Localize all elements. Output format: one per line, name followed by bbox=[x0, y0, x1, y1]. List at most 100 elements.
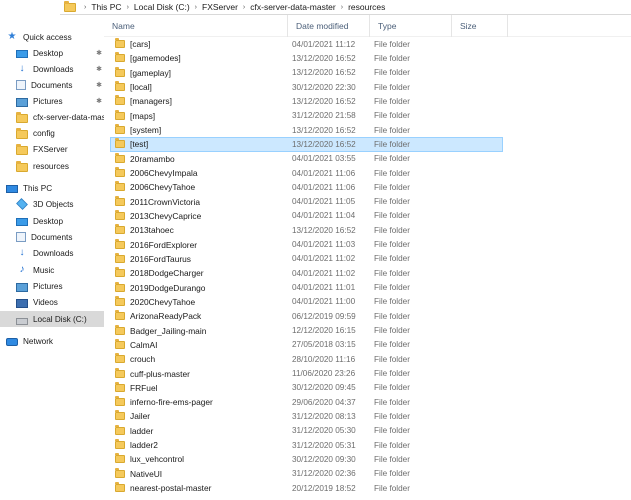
file-row[interactable]: CalmAI 27/05/2018 03:15 File folder bbox=[110, 338, 503, 352]
folder-icon bbox=[115, 439, 125, 450]
breadcrumb-separator-icon[interactable]: › bbox=[341, 4, 343, 11]
folder-icon bbox=[115, 167, 125, 178]
nav-item[interactable]: Pictures bbox=[0, 278, 104, 294]
file-row[interactable]: [local] 30/12/2020 22:30 File folder bbox=[110, 80, 503, 94]
file-date-modified: 30/12/2020 09:30 bbox=[292, 454, 356, 464]
nav-item[interactable]: Desktop bbox=[0, 213, 104, 229]
file-row[interactable]: 2013ChevyCaprice 04/01/2021 11:04 File fol… bbox=[110, 209, 503, 223]
file-row[interactable]: ArizonaReadyPack 06/12/2019 09:59 File fol… bbox=[110, 309, 503, 323]
file-row[interactable]: [gamemodes] 13/12/2020 16:52 File folder bbox=[110, 51, 503, 65]
file-row[interactable]: 2011CrownVictoria 04/01/2021 11:05 File fo… bbox=[110, 195, 503, 209]
nav-item[interactable]: Documents bbox=[0, 229, 104, 245]
file-date-modified: 20/12/2019 18:52 bbox=[292, 483, 356, 493]
file-row[interactable]: 2006ChevyImpala 04/01/2021 11:06 File fold… bbox=[110, 166, 503, 180]
file-name: [gameplay] bbox=[130, 67, 171, 78]
navigation-pane[interactable]: ★ Quick access Desktop ✱ ↓ Downloads ✱ Document… bbox=[0, 15, 104, 500]
file-row[interactable]: 2016FordTaurus 04/01/2021 11:02 File folde… bbox=[110, 252, 503, 266]
breadcrumb-separator-icon[interactable]: › bbox=[127, 4, 129, 11]
nav-item[interactable]: FXServer bbox=[0, 141, 104, 157]
column-header-size[interactable]: Size bbox=[452, 15, 508, 37]
file-row[interactable]: 2013tahoec 13/12/2020 16:52 File folder bbox=[110, 223, 503, 237]
file-row[interactable]: Jailer 31/12/2020 08:13 File folder bbox=[110, 409, 503, 423]
file-row[interactable]: inferno-fire-ems-pager 29/06/2020 04:37 Fi… bbox=[110, 395, 503, 409]
breadcrumb-separator-icon[interactable]: › bbox=[84, 4, 86, 11]
file-type: File folder bbox=[374, 168, 410, 178]
file-date-modified: 06/12/2019 09:59 bbox=[292, 311, 356, 321]
file-date-modified: 31/12/2020 02:36 bbox=[292, 469, 356, 479]
file-name: [maps] bbox=[130, 110, 156, 121]
file-date-modified: 30/12/2020 09:45 bbox=[292, 383, 356, 393]
file-date-modified: 04/01/2021 11:06 bbox=[292, 182, 356, 192]
file-row[interactable]: Badger_Jailing-main 12/12/2020 16:15 File … bbox=[110, 323, 503, 337]
address-bar[interactable]: › This PC › Local Disk (C:) › FXServer › cfx-se… bbox=[60, 0, 631, 15]
videos-icon bbox=[16, 298, 28, 308]
file-row[interactable]: 2020ChevyTahoe 04/01/2021 11:00 File folde… bbox=[110, 295, 503, 309]
nav-item[interactable]: Pictures ✱ bbox=[0, 93, 104, 109]
file-row[interactable]: [maps] 31/12/2020 21:58 File folder bbox=[110, 109, 503, 123]
nav-item[interactable]: ↓ Downloads bbox=[0, 245, 104, 261]
file-type: File folder bbox=[374, 483, 410, 493]
file-date-modified: 12/12/2020 16:15 bbox=[292, 326, 356, 336]
file-row[interactable]: ladder 31/12/2020 05:30 File folder bbox=[110, 424, 503, 438]
column-header-date-modified[interactable]: Date modified bbox=[288, 15, 370, 37]
file-row[interactable]: [system] 13/12/2020 16:52 File folder bbox=[110, 123, 503, 137]
column-header-type[interactable]: Type bbox=[370, 15, 452, 37]
nav-item-label: 3D Objects bbox=[33, 199, 74, 209]
breadcrumb-item[interactable]: This PC bbox=[91, 2, 121, 12]
pin-icon: ✱ bbox=[96, 50, 102, 57]
file-date-modified: 28/10/2020 11:16 bbox=[292, 354, 356, 364]
file-date-modified: 13/12/2020 16:52 bbox=[292, 68, 356, 78]
file-row[interactable]: 2006ChevyTahoe 04/01/2021 11:06 File folde… bbox=[110, 180, 503, 194]
file-row[interactable]: crouch 28/10/2020 11:16 File folder bbox=[110, 352, 503, 366]
folder-icon bbox=[115, 66, 125, 77]
file-name: ladder bbox=[130, 425, 154, 436]
file-row[interactable]: 2018DodgeCharger 04/01/2021 11:02 File fol… bbox=[110, 266, 503, 280]
nav-item-label: This PC bbox=[23, 183, 53, 193]
breadcrumb-item[interactable]: cfx-server-data-master bbox=[250, 2, 336, 12]
breadcrumb-separator-icon[interactable]: › bbox=[195, 4, 197, 11]
nav-item-label: Documents bbox=[31, 80, 73, 90]
nav-item[interactable]: config bbox=[0, 125, 104, 141]
nav-item-label: Local Disk (C:) bbox=[33, 314, 87, 324]
nav-item[interactable]: This PC bbox=[0, 180, 104, 196]
column-header-name[interactable]: Name bbox=[104, 15, 288, 37]
nav-item[interactable]: Local Disk (C:) bbox=[0, 311, 104, 327]
nav-item[interactable]: ★ Quick access bbox=[0, 29, 104, 45]
nav-item[interactable]: 3D Objects bbox=[0, 196, 104, 212]
star-icon: ★ bbox=[7, 31, 17, 42]
file-row[interactable]: 2016FordExplorer 04/01/2021 11:03 File fol… bbox=[110, 237, 503, 251]
nav-item[interactable]: cfx-server-data-master bbox=[0, 109, 104, 125]
file-row[interactable]: FRFuel 30/12/2020 09:45 File folder bbox=[110, 381, 503, 395]
file-name: CalmAI bbox=[130, 339, 158, 350]
nav-item[interactable]: ↓ Downloads ✱ bbox=[0, 61, 104, 77]
file-row[interactable]: [gameplay] 13/12/2020 16:52 File folder bbox=[110, 66, 503, 80]
breadcrumb-item[interactable]: resources bbox=[348, 2, 385, 12]
file-name: lux_vehcontrol bbox=[130, 454, 185, 465]
file-row[interactable]: lux_vehcontrol 30/12/2020 09:30 File folde… bbox=[110, 452, 503, 466]
nav-item[interactable]: Desktop ✱ bbox=[0, 45, 104, 61]
nav-item-label: Documents bbox=[31, 232, 73, 242]
file-row[interactable]: nearest-postal-master 20/12/2019 18:52 Fil… bbox=[110, 481, 503, 495]
folder-icon bbox=[64, 0, 76, 12]
file-row[interactable]: [managers] 13/12/2020 16:52 File folder bbox=[110, 94, 503, 108]
file-date-modified: 31/12/2020 21:58 bbox=[292, 111, 356, 121]
music-icon: ♪ bbox=[19, 264, 25, 275]
file-row[interactable]: NativeUI 31/12/2020 02:36 File folder bbox=[110, 467, 503, 481]
file-row[interactable]: 2019DodgeDurango 04/01/2021 11:01 File fol… bbox=[110, 280, 503, 294]
file-row[interactable]: [test] 13/12/2020 16:52 File folder bbox=[110, 137, 503, 152]
breadcrumb-item[interactable]: Local Disk (C:) bbox=[134, 2, 190, 12]
breadcrumb-separator-icon[interactable]: › bbox=[243, 4, 245, 11]
file-row[interactable]: [cars] 04/01/2021 11:12 File folder bbox=[110, 37, 503, 51]
nav-item[interactable]: resources bbox=[0, 158, 104, 174]
nav-item[interactable]: Videos bbox=[0, 294, 104, 310]
file-row[interactable]: ladder2 31/12/2020 05:31 File folder bbox=[110, 438, 503, 452]
nav-item[interactable]: Network bbox=[0, 333, 104, 349]
nav-item[interactable]: Documents ✱ bbox=[0, 77, 104, 93]
nav-item[interactable]: ♪ Music bbox=[0, 262, 104, 278]
file-row[interactable]: 20ramambo 04/01/2021 03:55 File folder bbox=[110, 152, 503, 166]
breadcrumb-item[interactable]: FXServer bbox=[202, 2, 238, 12]
file-date-modified: 27/05/2018 03:15 bbox=[292, 340, 356, 350]
file-row[interactable]: cuff-plus-master 11/06/2020 23:26 File fol… bbox=[110, 366, 503, 380]
file-list-pane[interactable]: Name Date modified Type Size [cars] 04/01… bbox=[104, 15, 631, 500]
folder-icon bbox=[115, 367, 125, 378]
